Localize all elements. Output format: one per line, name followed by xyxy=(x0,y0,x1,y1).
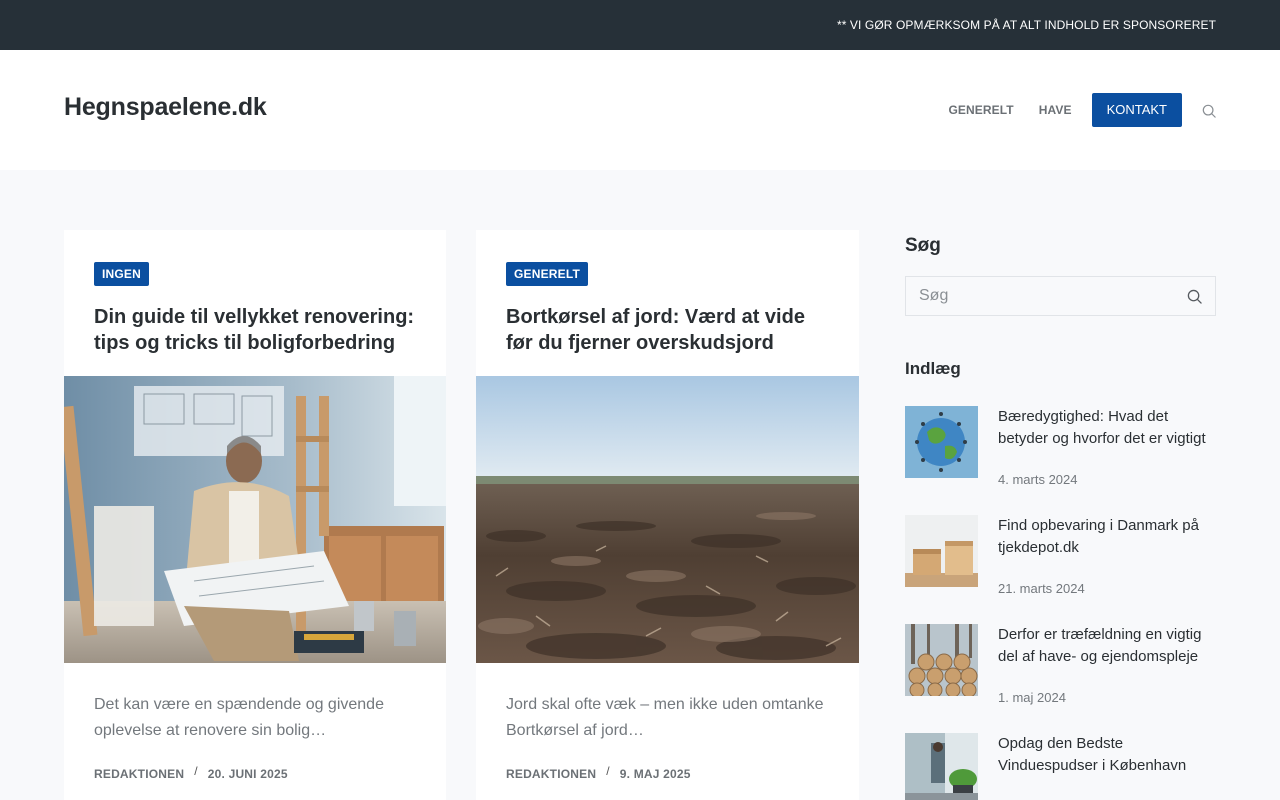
list-item: Derfor er træfældning en vigtig del af h… xyxy=(905,624,1216,705)
post-meta: REDAKTIONEN / 9. MAJ 2025 xyxy=(506,764,691,781)
post-excerpt: Det kan være en spændende og givende opl… xyxy=(94,696,384,739)
category-badge[interactable]: INGEN xyxy=(94,262,150,286)
search-input[interactable] xyxy=(906,277,1176,315)
list-item: Opdag den Bedste Vinduespudser i Københa… xyxy=(905,733,1216,800)
main-nav: GENERELT HAVE KONTAKT xyxy=(948,93,1216,127)
recent-post-title[interactable]: Bæredygtighed: Hvad det betyder og hvorf… xyxy=(998,406,1213,450)
meta-separator: / xyxy=(194,764,198,778)
post-thumbnail-logs[interactable] xyxy=(905,624,978,696)
site-header: Hegnspaelene.dk GENERELT HAVE KONTAKT xyxy=(0,50,1280,170)
post-title[interactable]: Din guide til vellykket renovering: tips… xyxy=(94,304,424,356)
list-item: Find opbevaring i Danmark på tjekdepot.d… xyxy=(905,515,1216,596)
top-notice-bar: ** VI GØR OPMÆRKSOM PÅ AT ALT INDHOLD ER… xyxy=(0,0,1280,50)
search-icon[interactable] xyxy=(1202,104,1216,118)
recent-post-date: 21. marts 2024 xyxy=(998,581,1085,596)
search-icon[interactable] xyxy=(1187,289,1202,304)
contact-button[interactable]: KONTAKT xyxy=(1091,93,1182,127)
search-box xyxy=(905,276,1216,316)
post-image-renovation[interactable] xyxy=(64,376,446,663)
recent-post-title[interactable]: Find opbevaring i Danmark på tjekdepot.d… xyxy=(998,515,1213,559)
post-thumbnail-window-cleaner[interactable] xyxy=(905,733,978,800)
post-author[interactable]: REDAKTIONEN xyxy=(94,767,184,781)
post-image-soil-field[interactable] xyxy=(476,376,859,663)
post-title[interactable]: Bortkørsel af jord: Værd at vide før du … xyxy=(506,304,836,356)
post-date: 20. JUNI 2025 xyxy=(207,767,288,781)
category-badge[interactable]: GENERELT xyxy=(506,262,589,286)
post-excerpt: Jord skal ofte væk – men ikke uden omtan… xyxy=(506,696,824,739)
nav-item-have[interactable]: HAVE xyxy=(1039,103,1072,117)
sponsored-notice: ** VI GØR OPMÆRKSOM PÅ AT ALT INDHOLD ER… xyxy=(836,18,1216,32)
post-thumbnail-earth[interactable] xyxy=(905,406,978,478)
post-date: 9. MAJ 2025 xyxy=(619,767,691,781)
post-thumbnail-boxes[interactable] xyxy=(905,515,978,587)
post-card: INGEN Din guide til vellykket renovering… xyxy=(64,230,446,800)
meta-separator: / xyxy=(606,764,610,778)
post-card: GENERELT Bortkørsel af jord: Værd at vid… xyxy=(476,230,859,800)
nav-item-generelt[interactable]: GENERELT xyxy=(948,103,1013,117)
recent-post-title[interactable]: Opdag den Bedste Vinduespudser i Københa… xyxy=(998,733,1213,777)
recent-post-title[interactable]: Derfor er træfældning en vigtig del af h… xyxy=(998,624,1213,668)
recent-post-date: 4. marts 2024 xyxy=(998,472,1078,487)
post-meta: REDAKTIONEN / 20. JUNI 2025 xyxy=(94,764,288,781)
search-heading: Søg xyxy=(905,235,941,256)
recent-posts-heading: Indlæg xyxy=(905,359,961,378)
list-item: Bæredygtighed: Hvad det betyder og hvorf… xyxy=(905,406,1216,487)
site-logo[interactable]: Hegnspaelene.dk xyxy=(64,93,267,122)
post-author[interactable]: REDAKTIONEN xyxy=(506,767,596,781)
recent-post-date: 1. maj 2024 xyxy=(998,690,1066,705)
